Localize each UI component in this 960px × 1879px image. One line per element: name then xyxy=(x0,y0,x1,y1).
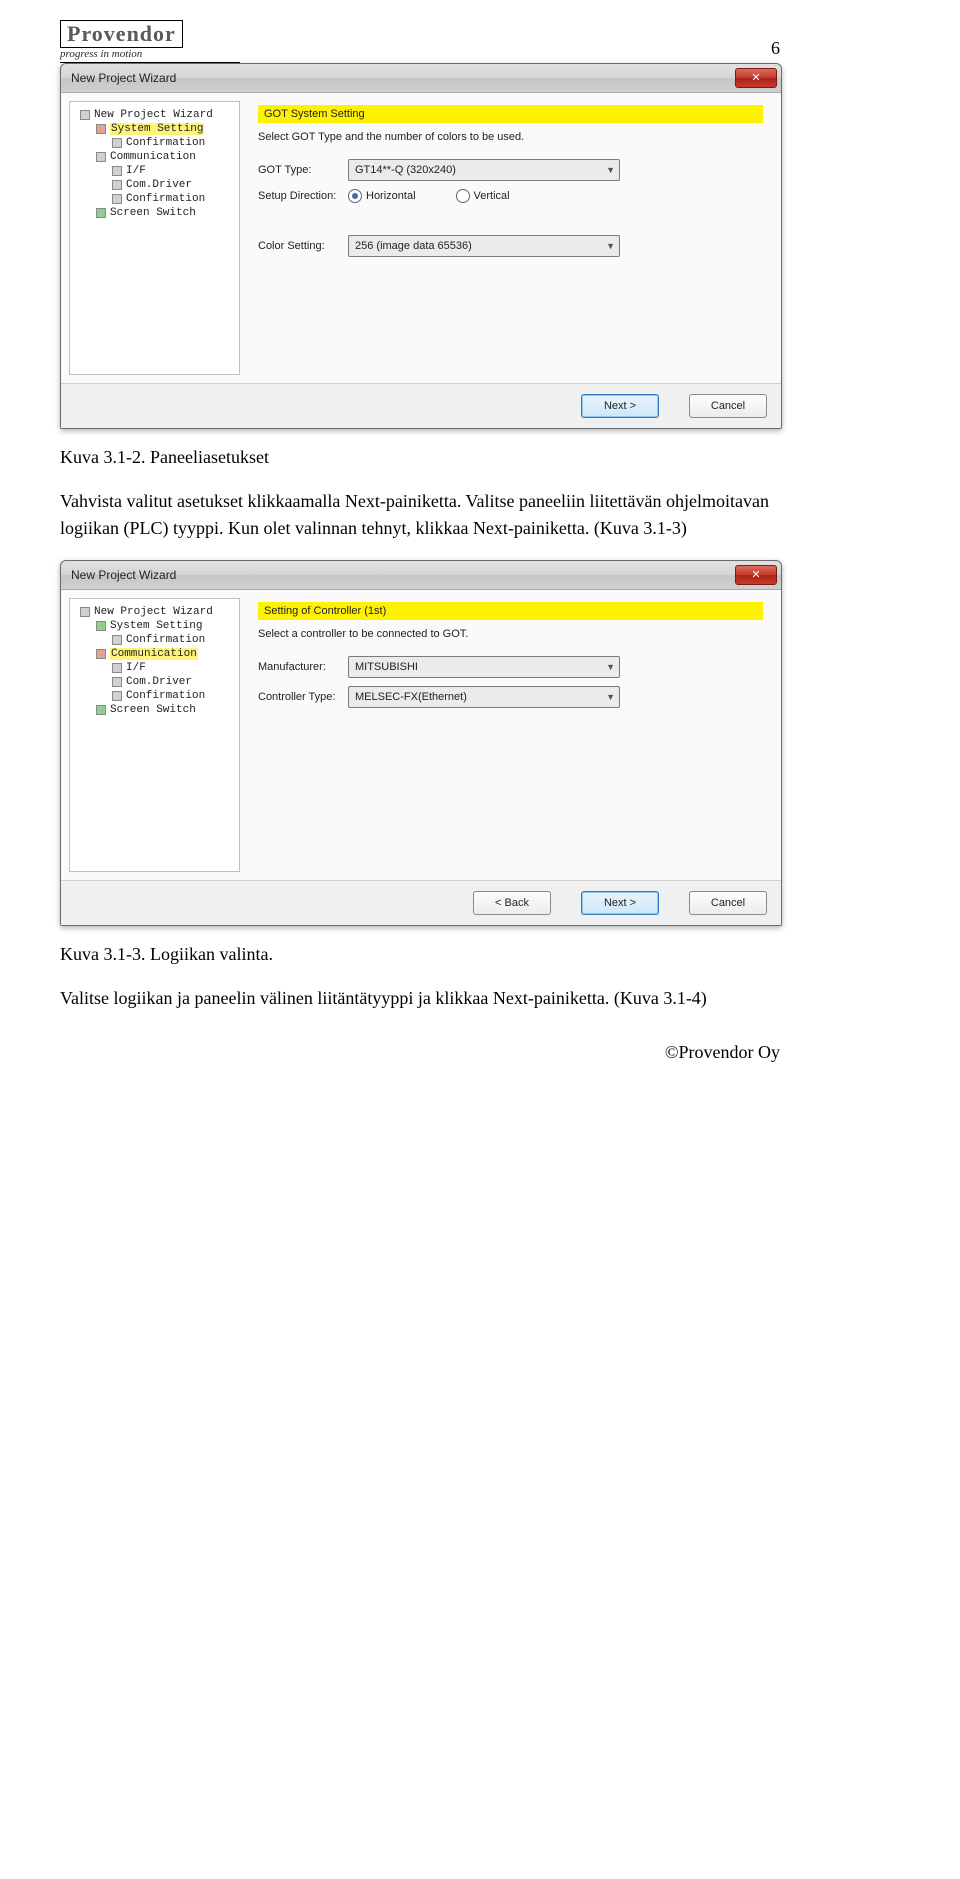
close-icon: ✕ xyxy=(751,73,760,84)
radio-label: Vertical xyxy=(474,190,510,202)
tree-node-icon xyxy=(112,180,122,190)
tree-item-confirmation[interactable]: Confirmation xyxy=(126,137,205,149)
window-title: New Project Wizard xyxy=(71,568,735,582)
back-button[interactable]: < Back xyxy=(473,891,551,915)
direction-vertical-radio[interactable]: Vertical xyxy=(456,189,510,203)
tree-node-icon xyxy=(96,621,106,631)
tree-item-system-setting[interactable]: System Setting xyxy=(110,620,202,632)
footer-copyright: ©Provendor Oy xyxy=(60,1042,780,1063)
radio-icon xyxy=(348,189,362,203)
tree-node-icon xyxy=(112,663,122,673)
tree-item-screen-switch[interactable]: Screen Switch xyxy=(110,704,196,716)
next-button[interactable]: Next > xyxy=(581,891,659,915)
chevron-down-icon: ▼ xyxy=(606,692,615,702)
wizard-tree[interactable]: New Project Wizard System Setting Confir… xyxy=(69,598,240,872)
tree-node-icon xyxy=(112,138,122,148)
chevron-down-icon: ▼ xyxy=(606,165,615,175)
manufacturer-value: MITSUBISHI xyxy=(355,661,418,673)
section-banner: Setting of Controller (1st) xyxy=(258,602,763,620)
close-button[interactable]: ✕ xyxy=(735,565,777,585)
tree-item-comdriver[interactable]: Com.Driver xyxy=(126,676,192,688)
got-type-select[interactable]: GT14**-Q (320x240) ▼ xyxy=(348,159,620,181)
controller-type-value: MELSEC-FX(Ethernet) xyxy=(355,691,467,703)
figure-caption-1: Kuva 3.1-2. Paneeliasetukset xyxy=(60,447,780,468)
color-setting-value: 256 (image data 65536) xyxy=(355,240,472,252)
tree-node-icon xyxy=(112,691,122,701)
manufacturer-label: Manufacturer: xyxy=(258,661,348,673)
wizard-root-icon xyxy=(80,607,90,617)
chevron-down-icon: ▼ xyxy=(606,662,615,672)
close-icon: ✕ xyxy=(751,570,760,581)
got-type-label: GOT Type: xyxy=(258,164,348,176)
figure-caption-2: Kuva 3.1-3. Logiikan valinta. xyxy=(60,944,780,965)
tree-node-icon xyxy=(96,152,106,162)
radio-label: Horizontal xyxy=(366,190,416,202)
tree-node-icon xyxy=(96,124,106,134)
manufacturer-select[interactable]: MITSUBISHI ▼ xyxy=(348,656,620,678)
wizard-window-2: New Project Wizard ✕ New Project Wizard … xyxy=(60,560,782,926)
tree-root: New Project Wizard xyxy=(94,109,213,121)
tree-item-comdriver[interactable]: Com.Driver xyxy=(126,179,192,191)
close-button[interactable]: ✕ xyxy=(735,68,777,88)
logo-name: Provendor xyxy=(60,20,183,48)
tree-root: New Project Wizard xyxy=(94,606,213,618)
window-title: New Project Wizard xyxy=(71,71,735,85)
body-paragraph-1: Vahvista valitut asetukset klikkaamalla … xyxy=(60,488,780,542)
titlebar[interactable]: New Project Wizard ✕ xyxy=(61,561,781,590)
next-button[interactable]: Next > xyxy=(581,394,659,418)
tree-item-if[interactable]: I/F xyxy=(126,165,146,177)
button-row: < Back Next > Cancel xyxy=(61,880,781,925)
tree-item-if[interactable]: I/F xyxy=(126,662,146,674)
tree-node-icon xyxy=(96,208,106,218)
wizard-window-1: New Project Wizard ✕ New Project Wizard … xyxy=(60,63,782,429)
tree-item-system-setting[interactable]: System Setting xyxy=(110,123,204,135)
body-paragraph-2: Valitse logiikan ja paneelin välinen lii… xyxy=(60,985,780,1012)
cancel-button[interactable]: Cancel xyxy=(689,394,767,418)
instruction-text: Select GOT Type and the number of colors… xyxy=(258,131,763,143)
button-row: Next > Cancel xyxy=(61,383,781,428)
direction-horizontal-radio[interactable]: Horizontal xyxy=(348,189,416,203)
tree-item-communication[interactable]: Communication xyxy=(110,151,196,163)
tree-node-icon xyxy=(112,635,122,645)
tree-item-communication[interactable]: Communication xyxy=(110,648,198,660)
tree-item-screen-switch[interactable]: Screen Switch xyxy=(110,207,196,219)
controller-type-select[interactable]: MELSEC-FX(Ethernet) ▼ xyxy=(348,686,620,708)
chevron-down-icon: ▼ xyxy=(606,241,615,251)
wizard-tree[interactable]: New Project Wizard System Setting Confir… xyxy=(69,101,240,375)
color-setting-select[interactable]: 256 (image data 65536) ▼ xyxy=(348,235,620,257)
tree-item-confirmation2[interactable]: Confirmation xyxy=(126,690,205,702)
setup-direction-label: Setup Direction: xyxy=(258,190,348,202)
instruction-text: Select a controller to be connected to G… xyxy=(258,628,763,640)
doc-header: Provendor progress in motion 6 xyxy=(60,20,780,63)
tree-node-icon xyxy=(112,677,122,687)
wizard-content: Setting of Controller (1st) Select a con… xyxy=(248,598,773,872)
page-number: 6 xyxy=(771,38,780,59)
section-banner: GOT System Setting xyxy=(258,105,763,123)
wizard-root-icon xyxy=(80,110,90,120)
wizard-content: GOT System Setting Select GOT Type and t… xyxy=(248,101,773,375)
tree-item-confirmation2[interactable]: Confirmation xyxy=(126,193,205,205)
radio-icon xyxy=(456,189,470,203)
controller-type-label: Controller Type: xyxy=(258,691,348,703)
logo-tagline: progress in motion xyxy=(60,48,240,60)
tree-node-icon xyxy=(96,705,106,715)
tree-node-icon xyxy=(96,649,106,659)
color-setting-label: Color Setting: xyxy=(258,240,348,252)
tree-node-icon xyxy=(112,194,122,204)
cancel-button[interactable]: Cancel xyxy=(689,891,767,915)
tree-node-icon xyxy=(112,166,122,176)
logo: Provendor progress in motion xyxy=(60,20,240,63)
titlebar[interactable]: New Project Wizard ✕ xyxy=(61,64,781,93)
tree-item-confirmation[interactable]: Confirmation xyxy=(126,634,205,646)
got-type-value: GT14**-Q (320x240) xyxy=(355,164,456,176)
